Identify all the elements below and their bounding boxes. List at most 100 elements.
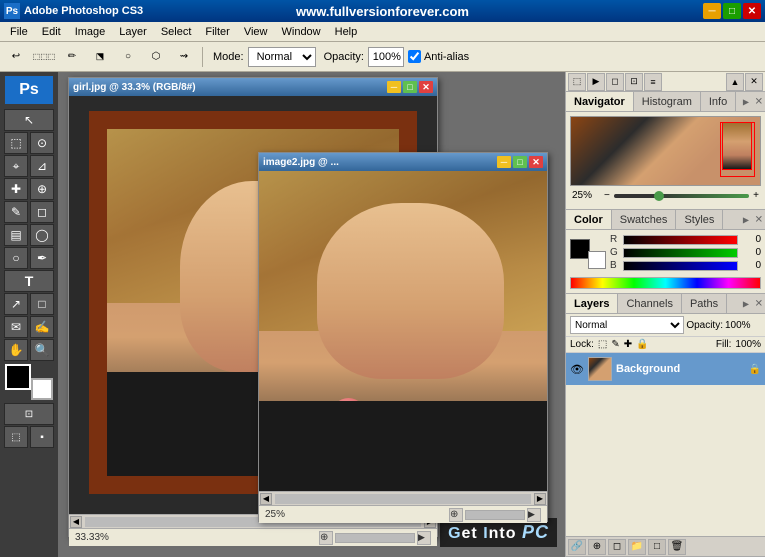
img2-arrow-btn[interactable]: ▶ [527, 508, 541, 522]
tab-color[interactable]: Color [566, 210, 612, 229]
opacity-input[interactable] [368, 47, 404, 67]
mode-select[interactable]: Normal Multiply Screen [248, 47, 316, 67]
close-button[interactable]: ✕ [743, 3, 761, 19]
tab-histogram[interactable]: Histogram [634, 92, 701, 111]
tool-crop[interactable]: ⌖ [4, 155, 28, 177]
scroll-left-btn[interactable]: ◀ [70, 516, 82, 528]
lock-move-icon[interactable]: ✚ [624, 339, 632, 350]
layers-mask-btn[interactable]: ◻ [608, 539, 626, 555]
img2-h-scroll[interactable] [275, 494, 531, 504]
zoom-plus-icon[interactable]: + [753, 190, 759, 201]
menu-view[interactable]: View [238, 24, 274, 40]
menu-image[interactable]: Image [69, 24, 112, 40]
doc-img2-close[interactable]: ✕ [529, 156, 543, 168]
doc-girl-arrow-btn[interactable]: ▶ [417, 531, 431, 545]
lock-brush-icon[interactable]: ✎ [611, 339, 619, 350]
bg-swatch[interactable] [588, 251, 606, 269]
lock-transparent-icon[interactable]: ⬚ [598, 339, 607, 350]
tab-navigator[interactable]: Navigator [566, 92, 634, 111]
navigator-menu-btn[interactable]: ▶ [743, 97, 749, 106]
toolbar-btn-3[interactable]: ✏ [60, 45, 84, 69]
menu-file[interactable]: File [4, 24, 34, 40]
tool-path-select[interactable]: ↗ [4, 293, 28, 315]
tool-erase[interactable]: ◻ [30, 201, 54, 223]
tool-dodge[interactable]: ○ [4, 247, 28, 269]
img2-scroll-left[interactable]: ◀ [260, 493, 272, 505]
layer-background-row[interactable]: 👁 Background 🔒 [566, 353, 765, 385]
layers-effects-btn[interactable]: ⊕ [588, 539, 606, 555]
g-slider[interactable] [623, 248, 738, 258]
right-panel-menu[interactable]: ▲ [726, 73, 744, 91]
toolbar-btn-1[interactable]: ↩ [4, 45, 28, 69]
zoom-slider[interactable] [614, 194, 749, 198]
document-image2[interactable]: image2.jpg @ ... ─ □ ✕ [258, 152, 548, 522]
background-color[interactable] [31, 378, 53, 400]
anti-alias-checkbox[interactable] [408, 50, 421, 63]
img2-nav-btn[interactable]: ⊕ [449, 508, 463, 522]
tool-eyedrop[interactable]: ✍ [30, 316, 54, 338]
tool-shape[interactable]: □ [30, 293, 54, 315]
menu-window[interactable]: Window [276, 24, 327, 40]
tool-notes[interactable]: ✉ [4, 316, 28, 338]
lock-all-icon[interactable]: 🔒 [636, 339, 648, 350]
fg-swatch[interactable] [570, 239, 590, 259]
tool-heal[interactable]: ✚ [4, 178, 28, 200]
tool-brush[interactable]: ✎ [4, 201, 28, 223]
tool-std-mode[interactable]: ⬚ [4, 426, 28, 448]
zoom-minus-icon[interactable]: − [604, 190, 610, 201]
layers-close-btn[interactable]: ✕ [755, 298, 763, 309]
foreground-color[interactable] [5, 364, 31, 390]
layers-group-btn[interactable]: 📁 [628, 539, 646, 555]
doc-img2-maximize[interactable]: □ [513, 156, 527, 168]
toolbar-btn-6[interactable]: ⬡ [144, 45, 168, 69]
zoom-thumb[interactable] [654, 191, 664, 201]
tool-quickmask[interactable]: ⊡ [4, 403, 54, 425]
color-close-btn[interactable]: ✕ [755, 214, 763, 225]
tab-info[interactable]: Info [701, 92, 736, 111]
toolbar-btn-2[interactable]: ⬚⬚⬚ [32, 45, 56, 69]
title-bar-controls[interactable]: ─ □ ✕ [703, 3, 761, 19]
tool-text[interactable]: T [4, 270, 54, 292]
layers-menu-btn[interactable]: ▶ [743, 299, 749, 308]
maximize-button[interactable]: □ [723, 3, 741, 19]
doc-girl-maximize[interactable]: □ [403, 81, 417, 93]
tool-hand[interactable]: ✋ [4, 339, 28, 361]
tool-blur[interactable]: ◯ [30, 224, 54, 246]
minimize-button[interactable]: ─ [703, 3, 721, 19]
doc-girl-nav-btn[interactable]: ⊕ [319, 531, 333, 545]
tool-move[interactable]: ↖ [4, 109, 54, 131]
toolbar-btn-5[interactable]: ○ [116, 45, 140, 69]
menu-filter[interactable]: Filter [199, 24, 235, 40]
tool-rect-select[interactable]: ⬚ [4, 132, 28, 154]
right-panel-close[interactable]: ✕ [745, 73, 763, 91]
right-tool-2[interactable]: ▶ [587, 73, 605, 91]
anti-alias-label[interactable]: Anti-alias [408, 50, 469, 63]
menu-edit[interactable]: Edit [36, 24, 67, 40]
r-slider[interactable] [623, 235, 738, 245]
tool-zoom[interactable]: 🔍 [30, 339, 54, 361]
tab-paths[interactable]: Paths [682, 294, 727, 313]
tab-channels[interactable]: Channels [618, 294, 681, 313]
doc-girl-controls[interactable]: ─ □ ✕ [387, 81, 433, 93]
layers-mode-select[interactable]: Normal Multiply [570, 316, 684, 334]
layers-delete-btn[interactable]: 🗑 [668, 539, 686, 555]
toolbar-btn-4[interactable]: ⬔ [88, 45, 112, 69]
b-slider[interactable] [623, 261, 738, 271]
tool-stamp[interactable]: ⊕ [30, 178, 54, 200]
right-tool-4[interactable]: ⊡ [625, 73, 643, 91]
tab-swatches[interactable]: Swatches [612, 210, 677, 229]
doc-img2-minimize[interactable]: ─ [497, 156, 511, 168]
tool-fill[interactable]: ▤ [4, 224, 28, 246]
layers-new-btn[interactable]: □ [648, 539, 666, 555]
color-menu-btn[interactable]: ▶ [743, 215, 749, 224]
layer-visibility-icon[interactable]: 👁 [570, 362, 584, 376]
menu-help[interactable]: Help [329, 24, 364, 40]
navigator-close-btn[interactable]: ✕ [755, 96, 763, 107]
tab-layers[interactable]: Layers [566, 294, 618, 313]
doc-girl-close[interactable]: ✕ [419, 81, 433, 93]
tool-slice[interactable]: ⊿ [30, 155, 54, 177]
img2-scroll-right[interactable]: ▶ [534, 493, 546, 505]
menu-select[interactable]: Select [155, 24, 198, 40]
menu-layer[interactable]: Layer [113, 24, 153, 40]
color-spectrum[interactable] [570, 277, 761, 289]
